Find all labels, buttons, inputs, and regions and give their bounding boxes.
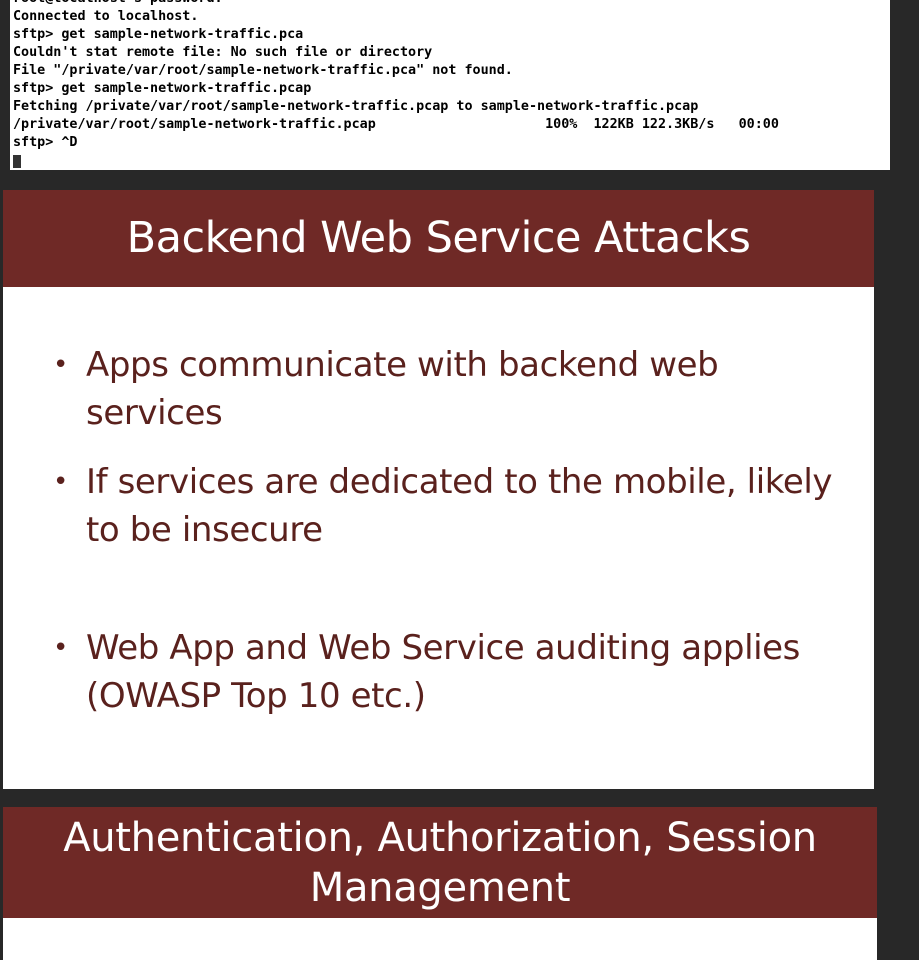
bullet-text: Web App and Web Service auditing applies… — [86, 628, 800, 716]
terminal-line: sftp> get sample-network-traffic.pca — [13, 27, 304, 42]
slide-title-line: Authentication, Authorization, Session — [63, 815, 817, 861]
terminal-line: File "/private/var/root/sample-network-t… — [13, 63, 513, 78]
slide-backend-web-service-attacks: Backend Web Service Attacks • Apps commu… — [3, 190, 874, 789]
terminal-line: root@localhost's password: — [13, 0, 888, 8]
slide-authentication-session-management: Authentication, Authorization, Session M… — [3, 807, 877, 960]
terminal-line: sftp> ^D — [13, 135, 78, 150]
bullet-item: • Apps communicate with backend web serv… — [53, 341, 863, 437]
terminal-line: sftp> get sample-network-traffic.pcap — [13, 81, 312, 96]
bullet-dot-icon: • — [53, 633, 68, 663]
bullet-text: If services are dedicated to the mobile,… — [86, 462, 833, 550]
terminal-cursor[interactable] — [13, 155, 21, 168]
slide-title: Authentication, Authorization, Session M… — [3, 807, 877, 918]
terminal-cursor-line — [13, 152, 888, 170]
terminal-line: /private/var/root/sample-network-traffic… — [13, 117, 779, 132]
bullet-item: • If services are dedicated to the mobil… — [53, 458, 863, 554]
bullet-dot-icon: • — [53, 467, 68, 497]
slide-title: Backend Web Service Attacks — [3, 190, 874, 287]
terminal-line: Connected to localhost. — [13, 9, 199, 24]
terminal-line: Couldn't stat remote file: No such file … — [13, 45, 433, 60]
slide-title-line: Management — [309, 865, 571, 911]
bullet-item: • Web App and Web Service auditing appli… — [53, 624, 863, 720]
terminal-window: root@localhost's password: Connected to … — [10, 0, 890, 170]
bullet-dot-icon: • — [53, 350, 68, 380]
bullet-text: Apps communicate with backend web servic… — [86, 345, 719, 433]
terminal-output: root@localhost's password: Connected to … — [13, 0, 888, 170]
terminal-line: Fetching /private/var/root/sample-networ… — [13, 99, 699, 114]
